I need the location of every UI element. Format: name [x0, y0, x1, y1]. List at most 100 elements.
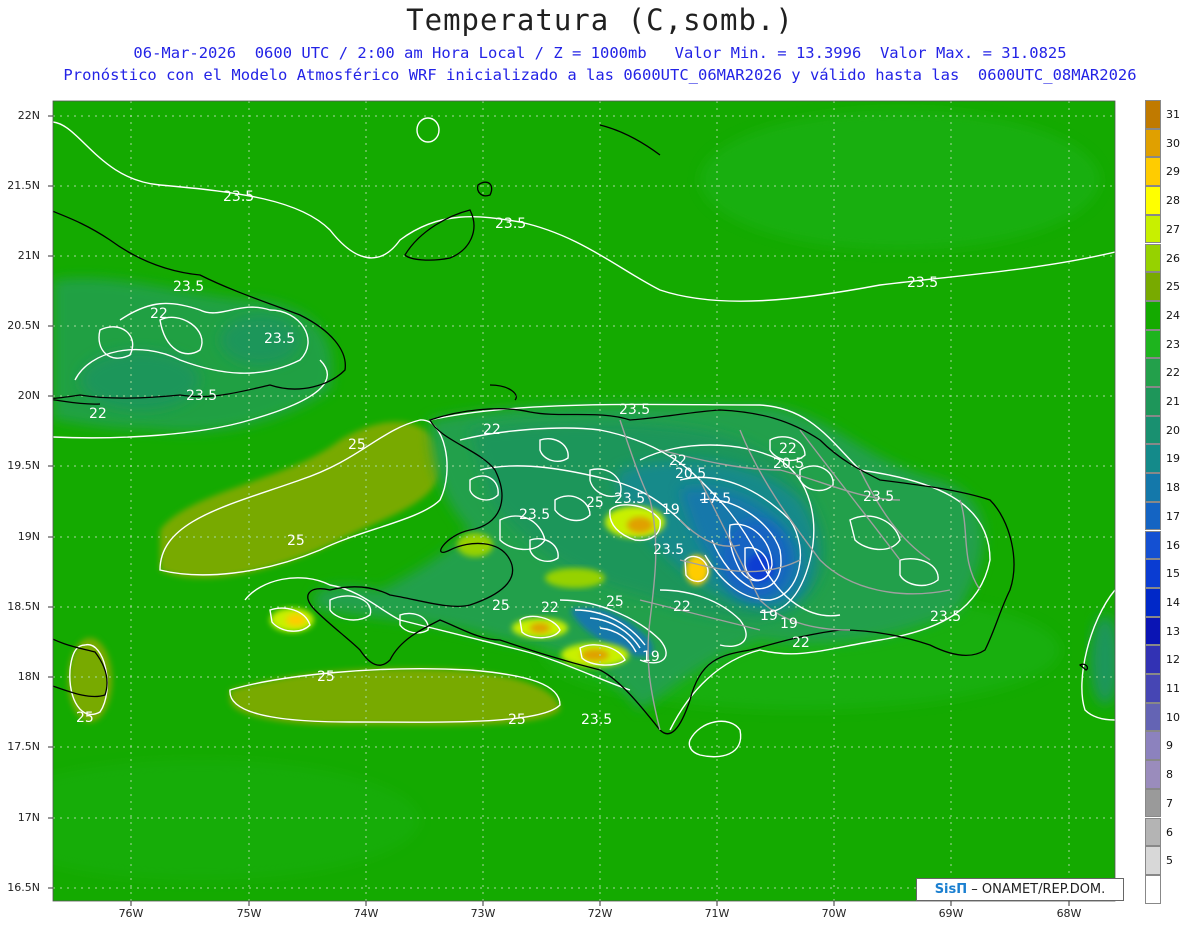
colorbar-swatch: [1145, 501, 1161, 531]
contour-label: 22: [150, 306, 168, 322]
colorbar-swatch: [1145, 329, 1161, 359]
contour-label: 25: [317, 669, 335, 685]
lat-label: 19N: [17, 530, 40, 543]
colorbar-label: 30: [1166, 136, 1180, 150]
temperature-map: 23.5 23.5 23.5 23.5 22 23.5 22 23.5 22 2…: [48, 100, 1116, 906]
colorbar-label: 22: [1166, 366, 1180, 380]
colorbar-label: 23: [1166, 337, 1180, 351]
contour-label: 19: [642, 649, 660, 665]
colorbar-label: 24: [1166, 308, 1180, 322]
lat-label: 20N: [17, 389, 40, 402]
colorbar-label: 5: [1166, 854, 1173, 868]
colorbar-label: 7: [1166, 796, 1173, 810]
contour-label: 25: [606, 594, 624, 610]
shaded-field: 23.5 23.5 23.5 23.5 22 23.5 22 23.5 22 2…: [53, 101, 1115, 901]
lat-label: 21.5N: [7, 179, 40, 192]
colorbar-swatch: [1145, 587, 1161, 617]
lon-label: 73W: [470, 907, 496, 920]
colorbar-swatch: [1145, 731, 1161, 761]
contour-label: 23.5: [186, 388, 217, 404]
colorbar-label: 25: [1166, 280, 1180, 294]
contour-label: 23.5: [907, 275, 938, 291]
colorbar-label: 6: [1166, 825, 1173, 839]
lat-label: 17.5N: [7, 740, 40, 753]
lon-label: 68W: [1056, 907, 1082, 920]
colorbar-label: 12: [1166, 653, 1180, 667]
contour-label: 23.5: [653, 542, 684, 558]
contour-label: 23.5: [495, 216, 526, 232]
credit-text: – ONAMET/REP.DOM.: [971, 882, 1106, 897]
colorbar-swatch: [1145, 530, 1161, 560]
contour-label: 23.5: [863, 489, 894, 505]
lat-label: 19.5N: [7, 459, 40, 472]
contour-label: 22: [792, 635, 810, 651]
lon-label: 70W: [821, 907, 847, 920]
lon-label: 72W: [587, 907, 613, 920]
contour-label: 23.5: [581, 712, 612, 728]
colorbar-swatch: [1145, 760, 1161, 789]
contour-label: 25: [348, 437, 366, 453]
colorbar-swatch: [1145, 817, 1161, 847]
lat-label: 20.5N: [7, 319, 40, 332]
colorbar-swatch: [1145, 874, 1161, 904]
colorbar-label: 19: [1166, 452, 1180, 466]
colorbar-swatch: [1145, 473, 1161, 502]
contour-label: 23.5: [519, 507, 550, 523]
colorbar-label: 14: [1166, 595, 1180, 609]
contour-label: 19: [662, 502, 680, 518]
colorbar-label: 29: [1166, 165, 1180, 179]
contour-label: 25: [492, 598, 510, 614]
colorbar-label: 17: [1166, 509, 1180, 523]
contour-label: 25: [508, 712, 526, 728]
colorbar-swatch: [1145, 186, 1161, 215]
colorbar-swatch: [1145, 100, 1161, 129]
colorbar-swatch: [1145, 214, 1161, 244]
colorbar-label: 26: [1166, 251, 1180, 265]
contour-label: 25: [287, 533, 305, 549]
lat-label: 18.5N: [7, 600, 40, 613]
contour-label: 23.5: [264, 331, 295, 347]
colorbar-label: 8: [1166, 768, 1173, 782]
contour-label: 23.5: [619, 402, 650, 418]
contour-label: 19: [760, 608, 778, 624]
contour-label: 23.5: [930, 609, 961, 625]
colorbar-swatch: [1145, 387, 1161, 416]
colorbar-swatch: [1145, 444, 1161, 474]
lat-label: 17N: [17, 811, 40, 824]
contour-label: 20.5: [675, 466, 706, 482]
contour-label: 23.5: [614, 491, 645, 507]
contour-label: 22: [541, 600, 559, 616]
lon-label: 74W: [353, 907, 379, 920]
colorbar-label: 27: [1166, 222, 1180, 236]
contour-label: 22: [89, 406, 107, 422]
colorbar-swatch: [1145, 559, 1161, 588]
contour-label: 20.5: [773, 456, 804, 472]
lon-label: 71W: [704, 907, 730, 920]
lat-label: 18N: [17, 670, 40, 683]
colorbar-label: 20: [1166, 423, 1180, 437]
colorbar-swatch: [1145, 674, 1161, 703]
contour-label: 22: [779, 441, 797, 457]
colorbar-label: 16: [1166, 538, 1180, 552]
sispi-logo: SisΠ: [934, 882, 968, 897]
colorbar-swatch: [1145, 846, 1161, 875]
contour-label: 23.5: [173, 279, 204, 295]
colorbar-swatch: [1145, 788, 1161, 818]
colorbar-label: 31: [1166, 108, 1180, 121]
colorbar-swatch: [1145, 157, 1161, 187]
lon-label: 69W: [938, 907, 964, 920]
contour-label: 25: [586, 495, 604, 511]
colorbar-label: 18: [1166, 481, 1180, 495]
colorbar-label: 10: [1166, 710, 1180, 724]
colorbar-label: 15: [1166, 567, 1180, 581]
contour-label: 25: [76, 710, 94, 726]
colorbar-label: 28: [1166, 194, 1180, 208]
colorbar-swatch: [1145, 358, 1161, 387]
contour-label: 19: [780, 616, 798, 632]
contour-label: 17.5: [700, 491, 731, 507]
colorbar-label: 13: [1166, 624, 1180, 638]
lon-label: 75W: [236, 907, 262, 920]
colorbar-swatch: [1145, 128, 1161, 158]
colorbar-swatch: [1145, 702, 1161, 732]
colorbar-swatch: [1145, 645, 1161, 674]
